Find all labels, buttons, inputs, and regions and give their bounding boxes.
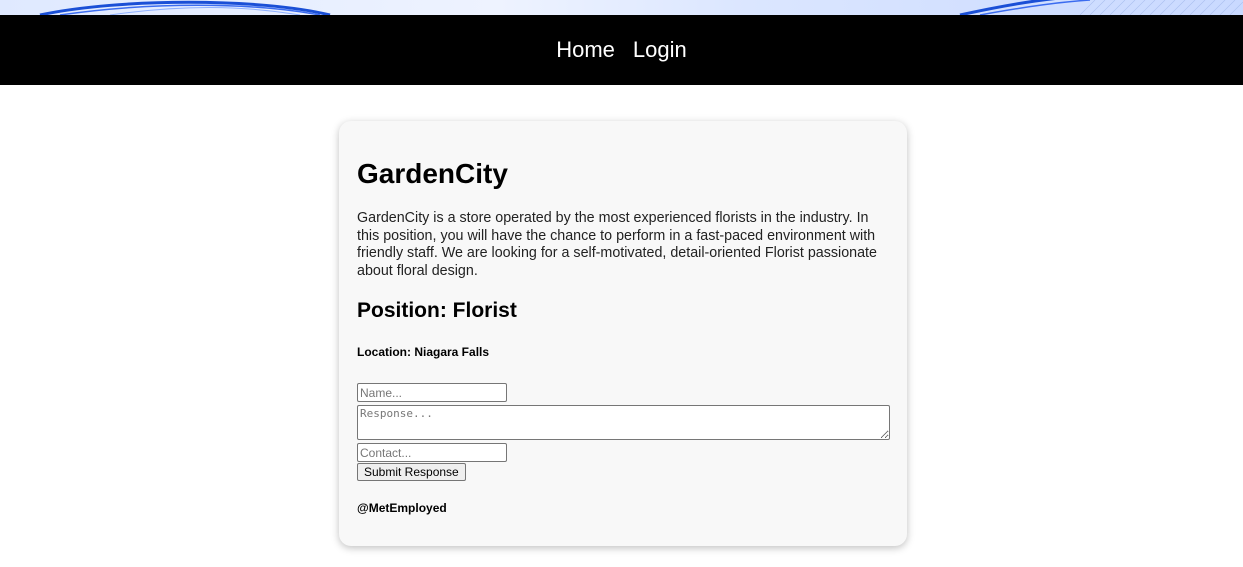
contact-input[interactable] xyxy=(357,443,507,462)
top-navbar: Home Login xyxy=(0,15,1243,85)
submit-response-button[interactable]: Submit Response xyxy=(357,463,466,481)
company-description: GardenCity is a store operated by the mo… xyxy=(357,210,877,279)
header-banner xyxy=(0,0,1243,15)
company-title: GardenCity xyxy=(357,158,508,189)
name-input[interactable] xyxy=(357,383,507,402)
wave-decoration xyxy=(39,0,1243,15)
nav-home-link[interactable]: Home xyxy=(556,37,615,63)
job-posting-card: GardenCity GardenCity is a store operate… xyxy=(339,121,907,546)
footer-handle: @MetEmployed xyxy=(357,501,447,515)
position-heading: Position: Florist xyxy=(357,299,517,322)
job-location: Location: Niagara Falls xyxy=(357,345,490,359)
response-form: Submit Response xyxy=(357,383,890,481)
nav-login-link[interactable]: Login xyxy=(633,37,687,63)
response-textarea[interactable] xyxy=(357,405,890,440)
